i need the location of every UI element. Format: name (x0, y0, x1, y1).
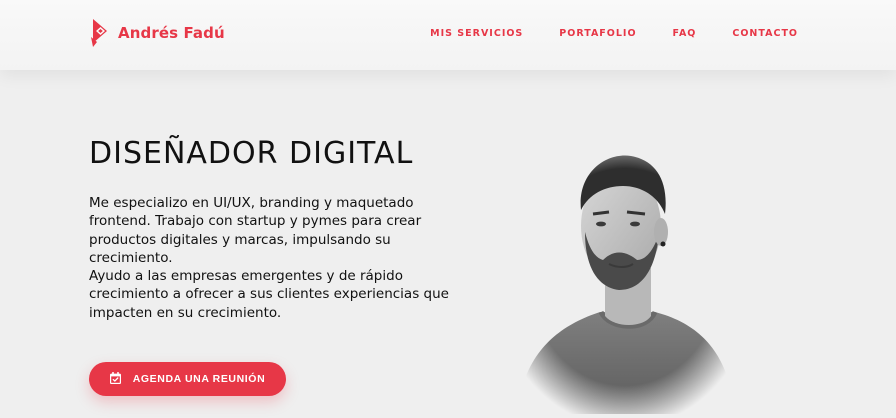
brand[interactable]: Andrés Fadú (89, 18, 225, 48)
nav-contacto[interactable]: CONTACTO (732, 28, 798, 39)
schedule-meeting-button[interactable]: AGENDA UNA REUNIÓN (89, 362, 286, 396)
portrait-photo (505, 140, 745, 414)
main-nav: MIS SERVICIOS PORTAFOLIO FAQ CONTACTO (430, 28, 798, 39)
brand-name: Andrés Fadú (118, 24, 225, 42)
site-header: Andrés Fadú MIS SERVICIOS PORTAFOLIO FAQ… (0, 0, 896, 70)
hero-paragraph: Me especializo en UI/UX, branding y maqu… (89, 195, 422, 266)
calendar-icon (109, 371, 121, 387)
nav-faq[interactable]: FAQ (673, 28, 697, 39)
hero-paragraph: Ayudo a las empresas emergentes y de ráp… (89, 268, 449, 321)
hero-title: DISEÑADOR DIGITAL (89, 136, 414, 171)
nav-mis-servicios[interactable]: MIS SERVICIOS (430, 28, 523, 39)
nav-portafolio[interactable]: PORTAFOLIO (559, 28, 636, 39)
hero-description: Me especializo en UI/UX, branding y maqu… (89, 194, 464, 322)
schedule-meeting-label: AGENDA UNA REUNIÓN (132, 373, 266, 385)
brand-logo-icon (89, 18, 109, 48)
